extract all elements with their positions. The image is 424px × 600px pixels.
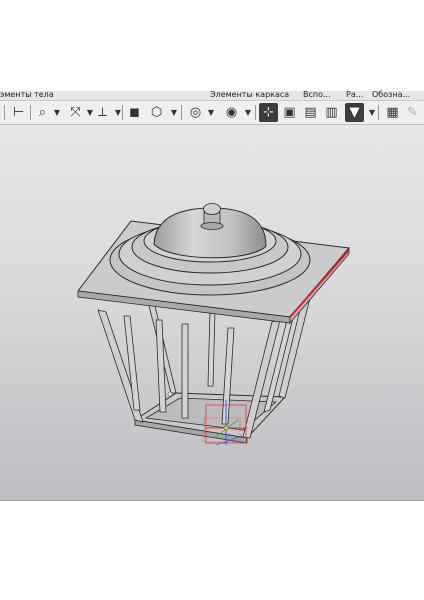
bar-back-1: [207, 309, 216, 387]
finial-collar: [200, 222, 224, 230]
base-hole: [167, 391, 173, 397]
bar-front-3: [181, 323, 189, 419]
lantern-model[interactable]: [0, 0, 424, 600]
finial-top: [203, 203, 221, 215]
